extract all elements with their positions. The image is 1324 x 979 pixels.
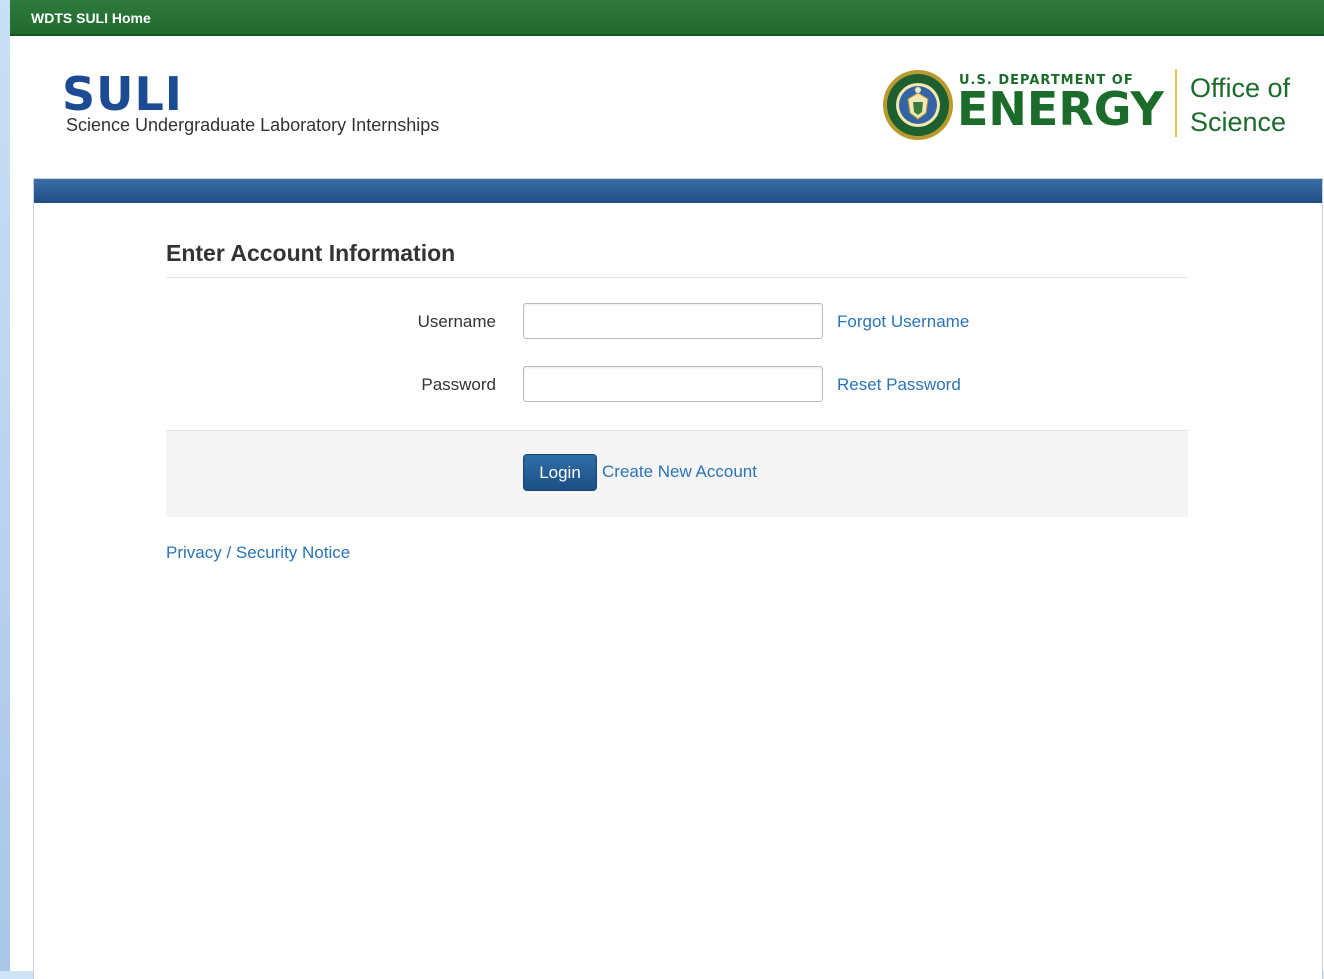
username-input[interactable]: [523, 303, 823, 339]
panel-header-band: [34, 179, 1322, 203]
suli-logo-acronym: SULI: [62, 67, 183, 121]
create-new-account-link[interactable]: Create New Account: [602, 462, 757, 482]
logo-divider: [1175, 69, 1177, 137]
doe-seal-icon: [883, 70, 953, 140]
forgot-username-link[interactable]: Forgot Username: [837, 312, 969, 332]
office-line-1: Office of: [1190, 73, 1291, 103]
username-label: Username: [417, 312, 496, 331]
password-label: Password: [421, 375, 496, 394]
office-line-2: Science: [1190, 107, 1287, 137]
heading-divider: [166, 277, 1188, 278]
office-of-science-text: Office of Science: [1190, 71, 1290, 139]
form-heading: Enter Account Information: [166, 240, 456, 266]
suli-logo[interactable]: SULI Science Undergraduate Laboratory In…: [62, 66, 542, 146]
password-input[interactable]: [523, 366, 823, 402]
page: WDTS SULI Home SULI Science Undergraduat…: [10, 0, 1324, 979]
login-button[interactable]: Login: [523, 454, 597, 491]
top-navigation-bar: WDTS SULI Home: [10, 0, 1324, 36]
wdts-suli-home-link[interactable]: WDTS SULI Home: [31, 10, 151, 26]
window-left-edge: [0, 0, 10, 971]
suli-logo-subtitle: Science Undergraduate Laboratory Interns…: [66, 115, 440, 135]
reset-password-link[interactable]: Reset Password: [837, 375, 961, 395]
doe-energy-text: ENERGY: [957, 82, 1164, 136]
form-action-bar: Login Create New Account: [166, 430, 1188, 517]
doe-office-of-science-logo[interactable]: U.S. DEPARTMENT OF ENERGY Office of Scie…: [882, 66, 1312, 146]
login-panel: Enter Account Information Username Forgo…: [33, 178, 1323, 979]
privacy-security-notice-link[interactable]: Privacy / Security Notice: [166, 543, 350, 563]
